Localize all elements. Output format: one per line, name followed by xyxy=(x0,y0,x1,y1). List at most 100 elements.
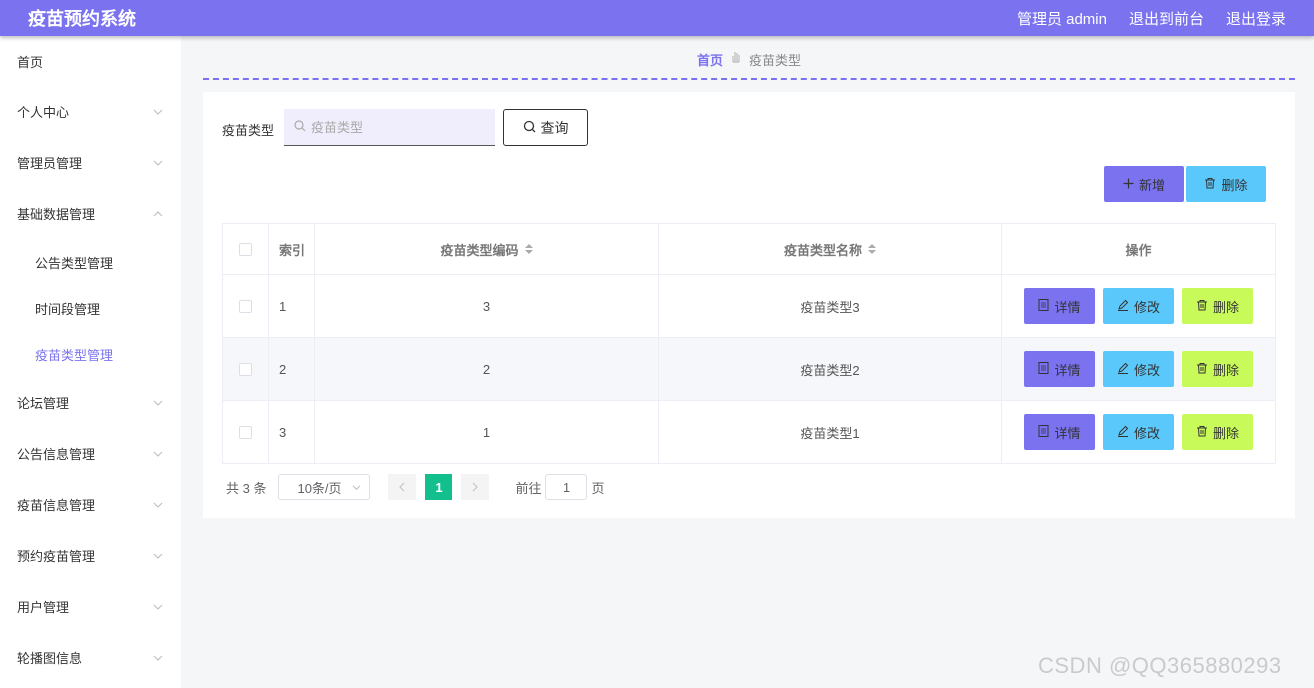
sidebar-item-label: 疫苗信息管理 xyxy=(17,498,96,513)
sidebar-item-admin-management[interactable]: 管理员管理 xyxy=(0,137,181,188)
sidebar-subitem-notice-type[interactable]: 公告类型管理 xyxy=(0,239,181,285)
chevron-down-icon xyxy=(153,602,163,612)
page-size-select[interactable]: 10条/页 xyxy=(278,474,371,500)
edit-label: 修改 xyxy=(1133,362,1160,378)
delete-button[interactable]: 删除 xyxy=(1182,351,1253,387)
top-bar: 疫苗预约系统 管理员 admin 退出到前台 退出登录 xyxy=(0,0,1314,36)
header-name-label: 疫苗类型名称 xyxy=(783,242,862,258)
page-suffix: 页 xyxy=(591,480,605,496)
delete-label: 删除 xyxy=(1212,299,1239,315)
edit-icon xyxy=(1117,425,1129,440)
top-right-links: 管理员 admin 退出到前台 退出登录 xyxy=(1017,8,1286,29)
sidebar-item-vaccine-booking[interactable]: 预约疫苗管理 xyxy=(0,530,181,581)
sidebar-item-home[interactable]: 首页 xyxy=(0,36,181,86)
row-checkbox[interactable] xyxy=(239,362,252,376)
edit-label: 修改 xyxy=(1133,425,1160,441)
cell-index: 3 xyxy=(268,401,314,463)
page-number-current[interactable]: 1 xyxy=(425,474,453,500)
chevron-down-icon xyxy=(153,653,163,663)
sidebar-subitem-time-slot[interactable]: 时间段管理 xyxy=(0,285,181,331)
sidebar-item-label: 首页 xyxy=(17,54,44,70)
edit-button[interactable]: 修改 xyxy=(1103,414,1174,450)
query-button-label: 查询 xyxy=(540,119,569,136)
search-input[interactable] xyxy=(311,119,481,135)
search-field[interactable] xyxy=(284,109,495,146)
row-checkbox[interactable] xyxy=(239,425,252,439)
table-row: 2 2 疫苗类型2 详情 修改 删除 xyxy=(223,337,1275,400)
chevron-down-icon xyxy=(153,398,163,408)
document-icon xyxy=(1038,361,1049,377)
table-header-row: 索引 疫苗类型编码 疫苗类型名称 操作 xyxy=(223,224,1275,274)
select-all-checkbox[interactable] xyxy=(239,242,252,256)
row-checkbox[interactable] xyxy=(239,299,252,313)
chevron-down-icon xyxy=(153,500,163,510)
add-button-label: 新增 xyxy=(1138,177,1165,193)
batch-delete-button[interactable]: 删除 xyxy=(1186,166,1266,202)
sidebar-item-personal-center[interactable]: 个人中心 xyxy=(0,86,181,137)
delete-button[interactable]: 删除 xyxy=(1182,414,1253,450)
detail-button[interactable]: 详情 xyxy=(1024,288,1095,324)
sidebar-item-label: 公告信息管理 xyxy=(17,447,96,462)
delete-button[interactable]: 删除 xyxy=(1182,288,1253,324)
cell-code: 2 xyxy=(314,338,658,400)
watermark: CSDN @QQ365880293 xyxy=(1038,653,1282,678)
edit-icon xyxy=(1117,299,1129,314)
main-panel: 疫苗类型 查询 新增 删除 索引 疫苗类型编码 疫苗类型名称 操作 1 3 疫苗… xyxy=(203,92,1295,518)
hand-icon xyxy=(731,50,741,66)
cell-code: 1 xyxy=(314,401,658,463)
header-index: 索引 xyxy=(268,224,314,274)
sidebar-item-vaccine-info[interactable]: 疫苗信息管理 xyxy=(0,479,181,530)
edit-button[interactable]: 修改 xyxy=(1103,288,1174,324)
sidebar-item-carousel[interactable]: 轮播图信息 xyxy=(0,632,181,683)
trash-icon xyxy=(1196,362,1208,377)
cell-code: 3 xyxy=(314,275,658,337)
add-button[interactable]: 新增 xyxy=(1104,166,1184,202)
admin-user-label[interactable]: 管理员 admin xyxy=(1017,8,1107,29)
row-checkbox-cell xyxy=(223,401,268,463)
sidebar-item-label: 预约疫苗管理 xyxy=(17,549,96,564)
next-page-button[interactable] xyxy=(461,474,490,500)
sort-icon[interactable] xyxy=(868,244,876,254)
sidebar: 首页 个人中心 管理员管理 基础数据管理 公告类型管理 时间段管理 疫苗类型管理… xyxy=(0,36,181,688)
query-button[interactable]: 查询 xyxy=(503,109,588,146)
back-to-front-link[interactable]: 退出到前台 xyxy=(1129,8,1204,29)
breadcrumb: 首页 疫苗类型 xyxy=(203,50,1295,80)
sidebar-subitem-label: 公告类型管理 xyxy=(35,255,114,271)
search-icon xyxy=(294,119,306,135)
delete-label: 删除 xyxy=(1212,362,1239,378)
sort-icon[interactable] xyxy=(524,244,533,254)
row-checkbox-cell xyxy=(223,338,268,400)
sidebar-item-label: 轮播图信息 xyxy=(17,651,83,666)
chevron-up-icon xyxy=(153,209,163,219)
trash-icon xyxy=(1204,177,1216,192)
detail-button[interactable]: 详情 xyxy=(1024,351,1095,387)
goto-page-input[interactable] xyxy=(545,474,588,500)
sidebar-item-label: 基础数据管理 xyxy=(17,207,96,222)
logout-link[interactable]: 退出登录 xyxy=(1226,8,1286,29)
sidebar-item-forum[interactable]: 论坛管理 xyxy=(0,377,181,428)
cell-index: 2 xyxy=(268,338,314,400)
sidebar-subitem-vaccine-type[interactable]: 疫苗类型管理 xyxy=(0,331,181,377)
row-checkbox-cell xyxy=(223,275,268,337)
goto-label: 前往 xyxy=(515,480,542,496)
sidebar-item-notice-info[interactable]: 公告信息管理 xyxy=(0,428,181,479)
cell-ops: 详情 修改 删除 xyxy=(1001,338,1275,400)
prev-page-button[interactable] xyxy=(388,474,417,500)
table-row: 1 3 疫苗类型3 详情 修改 删除 xyxy=(223,274,1275,337)
header-name[interactable]: 疫苗类型名称 xyxy=(658,224,1001,274)
header-code-label: 疫苗类型编码 xyxy=(440,242,519,258)
cell-name: 疫苗类型2 xyxy=(658,338,1001,400)
detail-button[interactable]: 详情 xyxy=(1024,414,1095,450)
cell-ops: 详情 修改 删除 xyxy=(1001,401,1275,463)
chevron-right-icon xyxy=(471,480,479,495)
document-icon xyxy=(1038,424,1049,440)
cell-ops: 详情 修改 删除 xyxy=(1001,275,1275,337)
sidebar-item-user-management[interactable]: 用户管理 xyxy=(0,581,181,632)
breadcrumb-home[interactable]: 首页 xyxy=(697,50,723,69)
header-code[interactable]: 疫苗类型编码 xyxy=(314,224,658,274)
sidebar-item-basic-data[interactable]: 基础数据管理 xyxy=(0,188,181,239)
app-title: 疫苗预约系统 xyxy=(28,9,136,29)
edit-button[interactable]: 修改 xyxy=(1103,351,1174,387)
table-row: 3 1 疫苗类型1 详情 修改 删除 xyxy=(223,400,1275,463)
cell-name: 疫苗类型3 xyxy=(658,275,1001,337)
